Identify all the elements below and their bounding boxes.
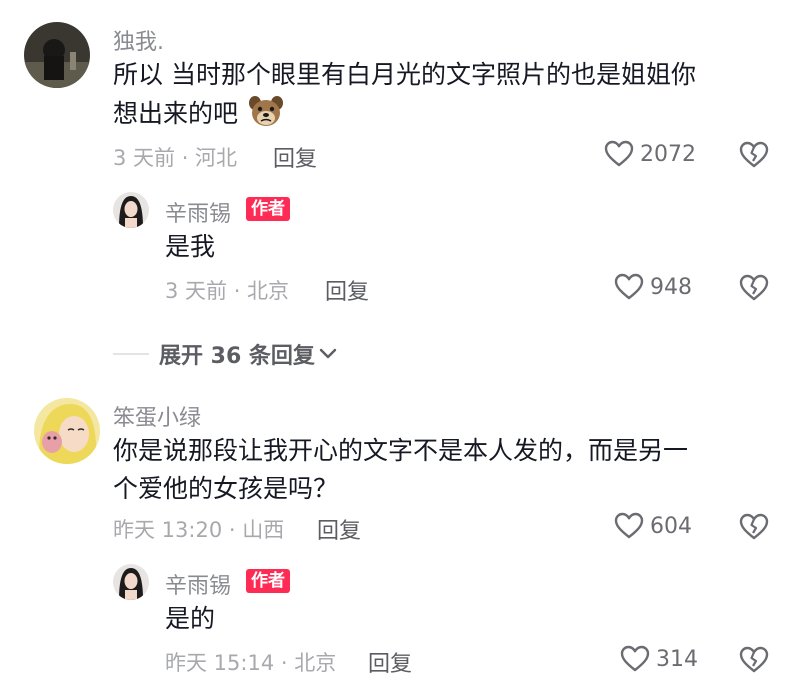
reply-button[interactable]: 回复	[368, 646, 412, 678]
heart-outline-icon	[614, 512, 644, 539]
dog-face-emoji	[248, 94, 284, 139]
reply-text: 是我	[165, 232, 216, 261]
expand-replies-button[interactable]: 展开 36 条回复	[113, 338, 337, 370]
comment-text-line: 个爱他的女孩是吗？	[113, 474, 339, 503]
reply-text: 是的	[165, 604, 216, 633]
like-button[interactable]: 314	[620, 645, 698, 673]
author-badge: 作者	[246, 197, 290, 221]
comment-text-line: 想出来的吧	[113, 99, 239, 128]
heart-outline-icon	[604, 140, 634, 167]
like-count: 2072	[640, 141, 696, 167]
like-count: 604	[650, 513, 692, 539]
avatar[interactable]	[113, 564, 149, 600]
like-button[interactable]: 2072	[604, 140, 696, 168]
reply-username[interactable]: 辛雨锡	[165, 568, 231, 600]
expand-divider	[113, 353, 149, 355]
comment-text-line: 所以 当时那个眼里有白月光的文字照片的也是姐姐你	[113, 60, 696, 89]
reply-username[interactable]: 辛雨锡	[165, 196, 231, 228]
avatar[interactable]	[113, 192, 149, 228]
author-badge: 作者	[246, 569, 290, 593]
reply-button[interactable]: 回复	[317, 513, 361, 545]
avatar[interactable]	[34, 398, 100, 464]
like-button[interactable]: 604	[614, 512, 692, 540]
chevron-down-icon	[319, 348, 337, 359]
like-count: 948	[650, 274, 692, 300]
reply-time-location: 3 天前 · 北京	[165, 279, 290, 303]
broken-heart-icon[interactable]	[739, 141, 769, 169]
comment-text: 你是说那段让我开心的文字不是本人发的，而是另一 个爱他的女孩是吗？	[113, 432, 783, 508]
reply-button[interactable]: 回复	[325, 274, 369, 306]
reply-button[interactable]: 回复	[273, 141, 317, 173]
reply-time-location: 昨天 15:14 · 北京	[165, 651, 337, 675]
comment-text-line: 你是说那段让我开心的文字不是本人发的，而是另一	[113, 436, 689, 465]
comment-text: 所以 当时那个眼里有白月光的文字照片的也是姐姐你 想出来的吧	[113, 56, 783, 139]
expand-replies-label: 展开 36 条回复	[159, 344, 315, 369]
broken-heart-icon[interactable]	[739, 646, 769, 674]
comment-username[interactable]: 独我.	[113, 24, 164, 56]
like-count: 314	[656, 646, 698, 672]
like-button[interactable]: 948	[614, 273, 692, 301]
comment-username[interactable]: 笨蛋小绿	[113, 400, 201, 432]
broken-heart-icon[interactable]	[739, 274, 769, 302]
heart-outline-icon	[614, 273, 644, 300]
broken-heart-icon[interactable]	[739, 513, 769, 541]
comment-time-location: 昨天 13:20 · 山西	[113, 518, 285, 542]
heart-outline-icon	[620, 645, 650, 672]
comment-time-location: 3 天前 · 河北	[113, 146, 238, 170]
avatar[interactable]	[24, 22, 90, 88]
